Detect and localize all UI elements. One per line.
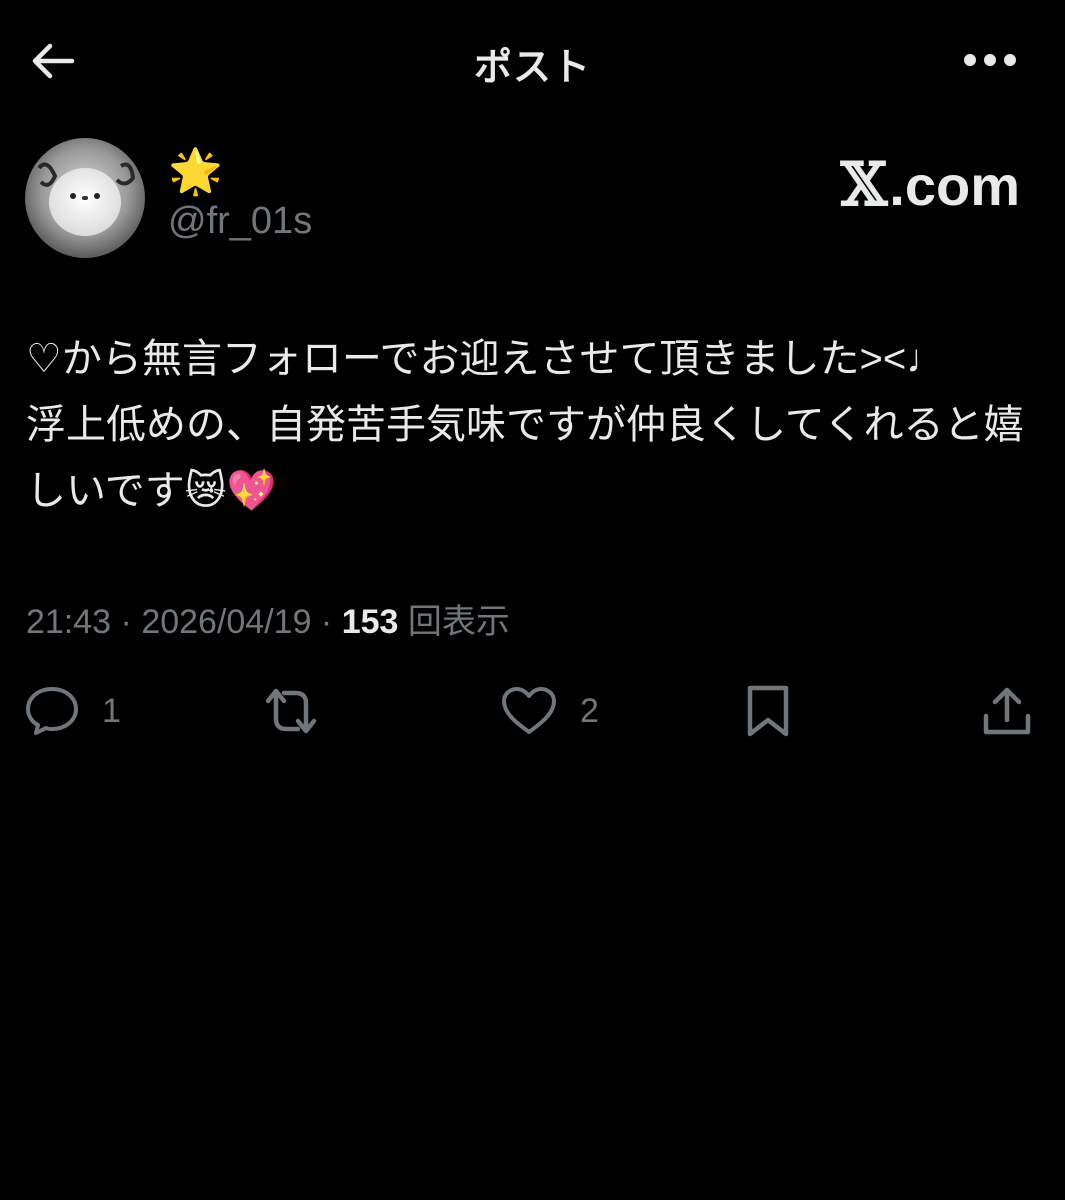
share-icon [983, 687, 1031, 735]
display-name[interactable]: 🌟 [168, 146, 223, 198]
page-title: ポスト [473, 47, 591, 89]
meta-separator: · [311, 603, 342, 641]
repost-button[interactable] [260, 676, 322, 746]
brand-watermark: 𝕏 .com [841, 150, 1020, 220]
post-date: 2026/04/19 [141, 603, 312, 641]
reply-count: 1 [102, 691, 121, 730]
more-horizontal-icon [964, 54, 1016, 66]
reply-button[interactable]: 1 [24, 676, 121, 746]
more-options-button[interactable] [955, 40, 1025, 80]
bookmark-icon [747, 685, 789, 737]
post-time: 21:43 [26, 603, 112, 641]
views-count: 153 [341, 603, 399, 641]
avatar-image [25, 138, 145, 258]
avatar[interactable] [25, 138, 145, 258]
brand-suffix: .com [889, 153, 1020, 217]
heart-icon [502, 687, 556, 734]
post-text: ♡から無言フォローでお迎えさせて頂きました><♩ 浮上低めの、自発苦手気味ですが… [26, 337, 1024, 513]
like-button[interactable]: 2 [500, 676, 599, 746]
bookmark-button[interactable] [744, 676, 792, 746]
action-bar: 1 2 [0, 676, 1065, 746]
user-handle[interactable]: @fr_01s [168, 200, 312, 243]
post-meta: 21:43 · 2026/04/19 · 153 回表示 [26, 594, 510, 643]
share-button[interactable] [980, 676, 1034, 746]
meta-separator: · [111, 603, 142, 641]
like-count: 2 [580, 691, 599, 730]
x-logo-icon: 𝕏 [840, 150, 888, 220]
header-bar: ポスト [0, 0, 1065, 120]
views-label: 回表示 [407, 603, 510, 641]
repost-icon [265, 688, 317, 734]
reply-icon [26, 687, 78, 735]
